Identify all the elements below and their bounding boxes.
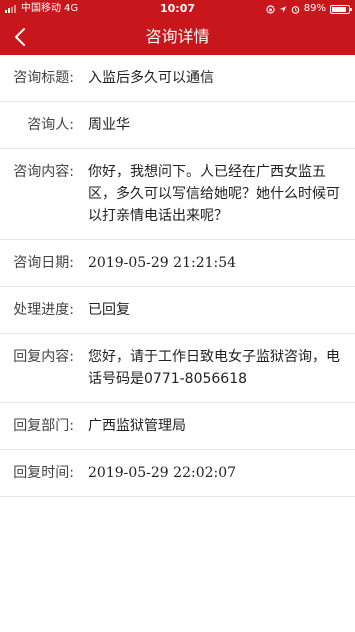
- detail-row-reply-time: 回复时间: 2019-05-29 22:02:07: [0, 450, 355, 497]
- detail-row-date: 咨询日期: 2019-05-29 21:21:54: [0, 240, 355, 287]
- detail-row-content: 咨询内容: 你好，我想问下。人已经在广西女监五区，多久可以写信给她呢？她什么时候…: [0, 149, 355, 240]
- detail-row-consultant: 咨询人: 周业华: [0, 102, 355, 149]
- battery-icon: [330, 4, 352, 14]
- detail-label-consultant: 咨询人:: [27, 117, 74, 133]
- nav-bar: 咨询详情: [0, 18, 355, 55]
- detail-value-reply-content: 您好，请于工作日致电女子监狱咨询，电话号码是0771-8056618: [88, 349, 340, 387]
- detail-label-reply-content: 回复内容:: [13, 349, 74, 365]
- consultation-detail: 咨询标题: 入监后多久可以通信 咨询人: 周业华 咨询内容: 你好，我想问下。人…: [0, 55, 355, 497]
- detail-label-reply-dept: 回复部门:: [13, 418, 74, 434]
- detail-value-content: 你好，我想问下。人已经在广西女监五区，多久可以写信给她呢？她什么时候可以打亲情电…: [88, 164, 340, 224]
- detail-label-date: 咨询日期:: [13, 255, 74, 271]
- detail-label-content: 咨询内容:: [13, 164, 74, 180]
- detail-value-reply-time: 2019-05-29 22:02:07: [88, 465, 237, 481]
- page-title: 咨询详情: [145, 27, 210, 46]
- detail-row-reply-content: 回复内容: 您好，请于工作日致电女子监狱咨询，电话号码是0771-8056618: [0, 334, 355, 403]
- detail-row-progress: 处理进度: 已回复: [0, 287, 355, 334]
- detail-label-reply-time: 回复时间:: [13, 465, 74, 481]
- detail-label-title: 咨询标题:: [13, 70, 74, 86]
- status-right: 89%: [266, 0, 352, 18]
- location-icon: [279, 5, 286, 13]
- detail-value-consultant: 周业华: [88, 117, 130, 133]
- battery-percent: 89%: [303, 3, 326, 14]
- alarm-icon: [291, 5, 300, 14]
- detail-value-date: 2019-05-29 21:21:54: [88, 255, 237, 271]
- detail-row-title: 咨询标题: 入监后多久可以通信: [0, 55, 355, 102]
- detail-label-progress: 处理进度:: [13, 302, 74, 318]
- detail-value-title: 入监后多久可以通信: [88, 70, 214, 86]
- status-bar: 中国移动 4G 10:07 89%: [0, 0, 355, 18]
- detail-value-progress: 已回复: [88, 302, 130, 318]
- screen-lock-icon: [266, 4, 275, 14]
- detail-value-reply-dept: 广西监狱管理局: [88, 418, 186, 434]
- detail-row-reply-dept: 回复部门: 广西监狱管理局: [0, 403, 355, 450]
